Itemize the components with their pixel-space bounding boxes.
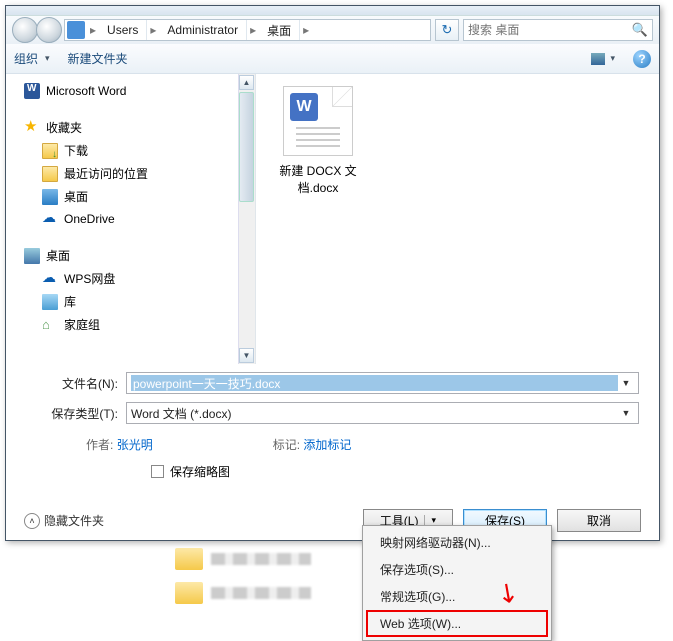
sidebar-label: 桌面	[64, 188, 88, 205]
hide-folders-label: 隐藏文件夹	[44, 512, 104, 529]
new-folder-button[interactable]: 新建文件夹	[68, 50, 128, 67]
chevron-right-icon: ▸	[147, 23, 159, 37]
chevron-right-icon: ▸	[300, 23, 312, 37]
nav-bar: ▸ Users ▸ Administrator ▸ 桌面 ▸ ↻ 🔍	[6, 16, 659, 44]
sidebar-label: 下载	[64, 142, 88, 159]
file-pane[interactable]: W 新建 DOCX 文档.docx	[256, 74, 659, 364]
sidebar-scrollbar[interactable]: ▲ ▼	[238, 74, 255, 364]
file-name: 新建 DOCX 文档.docx	[268, 162, 368, 196]
star-icon: ★	[24, 120, 40, 136]
filename-combo[interactable]: ▼	[126, 372, 639, 394]
monitor-icon	[24, 248, 40, 264]
sidebar-item-favorites[interactable]: ★ 收藏夹	[6, 116, 255, 139]
sidebar-item-homegroup[interactable]: ⌂ 家庭组	[6, 313, 255, 336]
tools-dropdown: 映射网络驱动器(N)... 保存选项(S)... 常规选项(G)... Web …	[362, 525, 552, 641]
scroll-down-icon[interactable]: ▼	[239, 348, 254, 363]
sidebar-item-wps[interactable]: ☁ WPS网盘	[6, 267, 255, 290]
breadcrumb-seg-admin[interactable]: Administrator	[159, 20, 247, 40]
view-icon	[591, 53, 605, 65]
file-item[interactable]: W 新建 DOCX 文档.docx	[268, 86, 368, 196]
breadcrumb-seg-desktop[interactable]: 桌面	[259, 20, 300, 40]
word-icon	[24, 83, 40, 99]
organize-button[interactable]: 组织	[14, 50, 50, 67]
chevron-down-icon[interactable]: ▼	[618, 378, 634, 388]
breadcrumb-seg-users[interactable]: Users	[99, 20, 147, 40]
sidebar-label: WPS网盘	[64, 270, 115, 287]
location-icon	[67, 21, 85, 39]
filetype-combo[interactable]: Word 文档 (*.docx) ▼	[126, 402, 639, 424]
cloud-icon: ☁	[42, 211, 58, 227]
tags-value[interactable]: 添加标记	[303, 438, 351, 452]
chevron-right-icon: ▸	[87, 23, 99, 37]
form-area: 文件名(N): ▼ 保存类型(T): Word 文档 (*.docx) ▼ 作者…	[6, 364, 659, 486]
filetype-label: 保存类型(T):	[26, 405, 126, 422]
save-thumbnail-checkbox[interactable]	[151, 465, 164, 478]
cloud-icon: ☁	[42, 271, 58, 287]
breadcrumb[interactable]: ▸ Users ▸ Administrator ▸ 桌面 ▸	[64, 19, 431, 41]
sidebar-item-desktop2[interactable]: 桌面	[6, 244, 255, 267]
menu-save-options[interactable]: 保存选项(S)...	[366, 556, 548, 583]
sidebar-label: 库	[64, 293, 76, 310]
sidebar-label: 最近访问的位置	[64, 165, 148, 182]
back-button[interactable]	[12, 17, 38, 43]
help-button[interactable]: ?	[633, 50, 651, 68]
chevron-up-icon: ˄	[24, 513, 40, 529]
save-thumbnail-label: 保存缩略图	[170, 463, 230, 480]
sidebar-label: 桌面	[46, 247, 70, 264]
scroll-up-icon[interactable]: ▲	[239, 75, 254, 90]
sidebar-label: 收藏夹	[46, 119, 82, 136]
desktop-icon	[42, 189, 58, 205]
menu-general-options[interactable]: 常规选项(G)...	[366, 583, 548, 610]
sidebar-label: OneDrive	[64, 212, 115, 226]
cancel-button[interactable]: 取消	[557, 509, 641, 532]
button-bar: ˄ 隐藏文件夹 工具(L) 保存(S) 取消	[6, 509, 659, 532]
title-bar[interactable]	[6, 6, 659, 16]
recent-icon	[42, 166, 58, 182]
toolbar: 组织 新建文件夹 ?	[6, 44, 659, 74]
scroll-thumb[interactable]	[239, 92, 254, 202]
chevron-right-icon: ▸	[247, 23, 259, 37]
sidebar-item-recent[interactable]: 最近访问的位置	[6, 162, 255, 185]
homegroup-icon: ⌂	[42, 317, 58, 333]
refresh-button[interactable]: ↻	[435, 19, 459, 41]
filename-label: 文件名(N):	[26, 375, 126, 392]
sidebar-label: 家庭组	[64, 316, 100, 333]
search-input[interactable]	[468, 23, 632, 37]
docx-icon: W	[283, 86, 353, 156]
sidebar-item-onedrive[interactable]: ☁ OneDrive	[6, 208, 255, 230]
view-options-button[interactable]	[591, 53, 615, 65]
sidebar: Microsoft Word ★ 收藏夹 下载 最近访问的位置 桌面 ☁ One	[6, 74, 256, 364]
menu-map-drive[interactable]: 映射网络驱动器(N)...	[366, 529, 548, 556]
filename-input[interactable]	[131, 375, 618, 391]
search-icon: 🔍	[632, 22, 648, 38]
author-value[interactable]: 张光明	[117, 438, 153, 452]
sidebar-item-downloads[interactable]: 下载	[6, 139, 255, 162]
menu-web-options[interactable]: Web 选项(W)...	[366, 610, 548, 637]
sidebar-item-library[interactable]: 库	[6, 290, 255, 313]
filetype-value: Word 文档 (*.docx)	[131, 405, 618, 422]
body-area: Microsoft Word ★ 收藏夹 下载 最近访问的位置 桌面 ☁ One	[6, 74, 659, 364]
author-label: 作者:	[86, 438, 113, 452]
tags-label: 标记:	[273, 438, 300, 452]
save-dialog: ▸ Users ▸ Administrator ▸ 桌面 ▸ ↻ 🔍 组织 新建…	[5, 5, 660, 541]
background-content	[175, 548, 311, 616]
sidebar-label: Microsoft Word	[46, 84, 126, 98]
sidebar-item-desktop[interactable]: 桌面	[6, 185, 255, 208]
library-icon	[42, 294, 58, 310]
search-box[interactable]: 🔍	[463, 19, 653, 41]
forward-button[interactable]	[36, 17, 62, 43]
hide-folders-button[interactable]: ˄ 隐藏文件夹	[24, 512, 104, 529]
sidebar-item-word[interactable]: Microsoft Word	[6, 80, 255, 102]
chevron-down-icon[interactable]: ▼	[618, 408, 634, 418]
download-icon	[42, 143, 58, 159]
